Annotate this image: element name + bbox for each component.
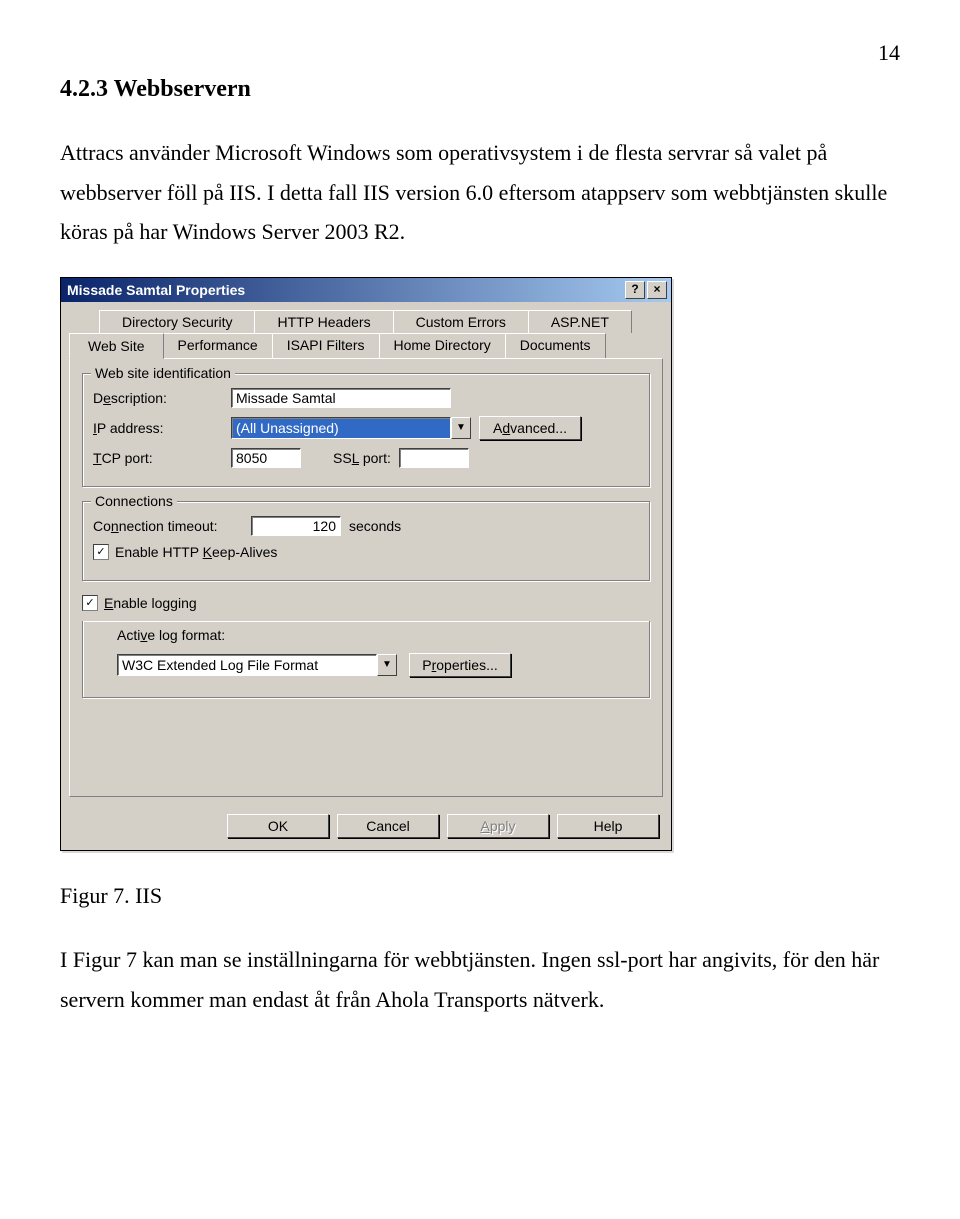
ip-address-select[interactable]: ▼ — [231, 417, 471, 439]
label-seconds: seconds — [349, 518, 401, 534]
cancel-button[interactable]: Cancel — [337, 814, 439, 838]
tab-http-headers[interactable]: HTTP Headers — [254, 310, 393, 333]
label-tcp-port: TCP port: — [93, 450, 223, 466]
close-icon[interactable]: × — [647, 281, 667, 299]
keep-alives-checkbox[interactable]: ✓ — [93, 544, 109, 560]
tab-performance[interactable]: Performance — [163, 333, 273, 359]
group-web-site-identification: Web site identification Description: IP … — [82, 373, 650, 487]
tab-web-site[interactable]: Web Site — [69, 333, 164, 359]
ssl-port-input[interactable] — [399, 448, 469, 468]
chevron-down-icon[interactable]: ▼ — [377, 654, 397, 676]
description-input[interactable] — [231, 388, 451, 408]
tab-documents[interactable]: Documents — [505, 333, 606, 359]
enable-logging-checkbox[interactable]: ✓ — [82, 595, 98, 611]
dialog-title: Missade Samtal Properties — [67, 282, 245, 298]
ip-address-value — [231, 417, 451, 439]
tab-isapi-filters[interactable]: ISAPI Filters — [272, 333, 380, 359]
properties-dialog: Missade Samtal Properties ? × Directory … — [60, 277, 672, 851]
dialog-button-row: OK Cancel Apply Help — [61, 806, 671, 850]
tab-home-directory[interactable]: Home Directory — [379, 333, 506, 359]
tab-custom-errors[interactable]: Custom Errors — [393, 310, 529, 333]
advanced-button[interactable]: Advanced... — [479, 416, 581, 440]
section-heading: 4.2.3 Webbservern — [60, 76, 900, 103]
label-ssl-port: SSL port: — [333, 450, 391, 466]
help-button[interactable]: Help — [557, 814, 659, 838]
page-number: 14 — [60, 40, 900, 66]
group-title-identification: Web site identification — [91, 365, 235, 381]
help-icon[interactable]: ? — [625, 281, 645, 299]
label-keep-alives: Enable HTTP Keep-Alives — [115, 544, 277, 560]
label-enable-logging: Enable logging — [104, 595, 197, 611]
paragraph-1: Attracs använder Microsoft Windows som o… — [60, 133, 900, 252]
dialog-titlebar: Missade Samtal Properties ? × — [61, 278, 671, 302]
label-connection-timeout: Connection timeout: — [93, 518, 243, 534]
group-logging: Active log format: ▼ Properties... — [82, 621, 650, 698]
paragraph-2: I Figur 7 kan man se inställningarna för… — [60, 940, 900, 1019]
log-format-select[interactable]: ▼ — [117, 654, 397, 676]
figure-caption: Figur 7. IIS — [60, 876, 900, 916]
label-description: Description: — [93, 390, 223, 406]
label-active-log-format: Active log format: — [93, 627, 639, 643]
connection-timeout-input[interactable] — [251, 516, 341, 536]
ok-button[interactable]: OK — [227, 814, 329, 838]
tab-panel: Web site identification Description: IP … — [69, 358, 663, 797]
tab-directory-security[interactable]: Directory Security — [99, 310, 255, 333]
chevron-down-icon[interactable]: ▼ — [451, 417, 471, 439]
spacer — [82, 712, 650, 782]
group-connections: Connections Connection timeout: seconds … — [82, 501, 650, 581]
tcp-port-input[interactable] — [231, 448, 301, 468]
apply-button[interactable]: Apply — [447, 814, 549, 838]
label-ip-address: IP address: — [93, 420, 223, 436]
group-title-connections: Connections — [91, 493, 177, 509]
tab-strip: Directory Security HTTP Headers Custom E… — [61, 302, 671, 359]
tab-asp-net[interactable]: ASP.NET — [528, 310, 632, 333]
log-format-value — [117, 654, 377, 676]
log-properties-button[interactable]: Properties... — [409, 653, 511, 677]
